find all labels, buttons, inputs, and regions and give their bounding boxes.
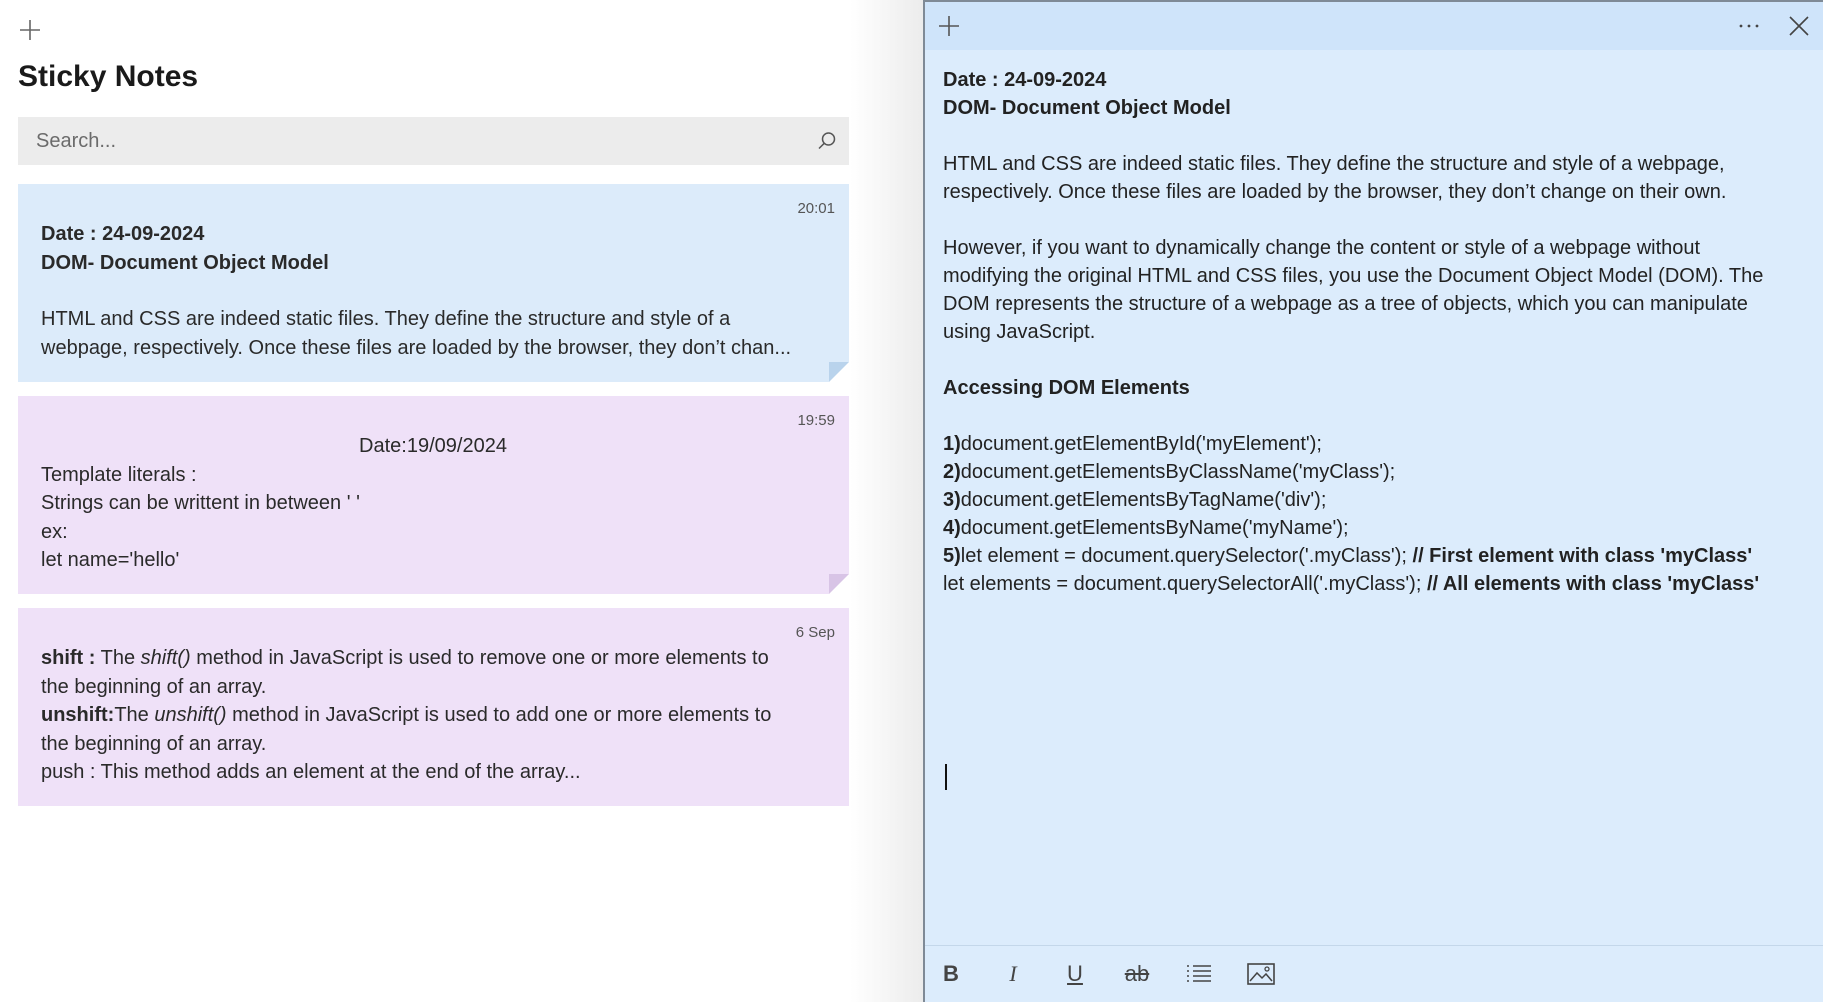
editor-list-line: 5)let element = document.querySelector('… [943,545,1753,567]
note-line: webpage, respectively. Once these files … [41,336,792,359]
note-preview: Date : 24-09-2024 DOM- Document Object M… [41,220,825,362]
note-line: push : This method adds an element at th… [41,761,581,783]
note-line: Strings can be writtent in between ' ' [41,492,360,514]
editor-line: DOM represents the structure of a webpag… [943,293,1748,315]
more-icon [1739,24,1759,28]
note-line: the beginning of an array. [41,675,267,698]
close-icon [1789,16,1809,36]
note-card[interactable]: 20:01 Date : 24-09-2024 DOM- Document Ob… [18,184,849,382]
bullet-list-icon [1187,965,1211,982]
strikethrough-button[interactable]: ab [1119,958,1155,990]
plus-icon [20,20,40,40]
editor-list-line: 3)document.getElementsByTagName('div'); [943,489,1327,511]
note-line: shift : The shift() method in JavaScript… [41,647,769,669]
note-line: Template literals : [41,463,197,486]
editor-line: modifying the original HTML and CSS file… [943,265,1764,287]
note-line: let name='hello' [41,549,180,571]
search-box [18,117,849,165]
editor-line: respectively. Once these files are loade… [943,181,1727,203]
note-timestamp: 20:01 [797,200,835,217]
close-button[interactable] [1783,10,1815,42]
editor-line: However, if you want to dynamically chan… [943,237,1701,259]
note-editor-window: Date : 24-09-2024 DOM- Document Object M… [923,0,1823,1002]
new-note-button[interactable] [14,14,46,46]
add-image-button[interactable] [1243,958,1279,990]
text-cursor [945,764,947,790]
notes-list-pane: Sticky Notes 20:01 Date : 24-09-2024 DOM… [0,0,880,1002]
editor-titlebar[interactable] [925,2,1823,50]
editor-list-line: let elements = document.querySelectorAll… [943,573,1760,595]
editor-list-line: 1)document.getElementById('myElement'); [943,433,1322,455]
app-title: Sticky Notes [18,60,199,93]
search-input[interactable] [18,117,798,165]
note-timestamp: 19:59 [797,412,835,429]
editor-list-line: 2)document.getElementsByClassName('myCla… [943,461,1396,483]
note-line: the beginning of an array. [41,732,267,755]
more-options-button[interactable] [1733,10,1765,42]
note-card[interactable]: 19:59 Date:19/09/2024 Template literals … [18,396,849,594]
note-timestamp: 6 Sep [795,624,835,641]
editor-line: using JavaScript. [943,321,1096,343]
editor-list-line: 4)document.getElementsByName('myName'); [943,517,1349,539]
note-line: DOM- Document Object Model [41,251,329,274]
editor-line: Date : 24-09-2024 [943,69,1107,91]
underline-button[interactable]: U [1057,958,1093,990]
bold-button[interactable]: B [933,958,969,990]
note-text-area[interactable]: Date : 24-09-2024 DOM- Document Object M… [943,66,1809,598]
window-shadow [850,0,924,1002]
editor-section-heading: Accessing DOM Elements [943,377,1190,399]
note-line: HTML and CSS are indeed static files. Th… [41,308,731,330]
italic-button[interactable]: I [995,958,1031,990]
search-icon [818,132,836,150]
search-button[interactable] [815,129,839,153]
formatting-toolbar: B I U ab [925,945,1823,1002]
plus-icon [939,16,959,36]
image-icon [1247,963,1275,985]
note-line: Date:19/09/2024 [359,435,507,457]
bullet-list-button[interactable] [1181,958,1217,990]
note-line: unshift:The unshift() method in JavaScri… [41,704,772,726]
page-fold [829,574,849,594]
note-line: ex: [41,520,68,543]
editor-line: DOM- Document Object Model [943,97,1231,119]
editor-new-note-button[interactable] [933,10,965,42]
note-card[interactable]: 6 Sep shift : The shift() method in Java… [18,608,849,806]
note-line: Date : 24-09-2024 [41,223,205,245]
editor-line: HTML and CSS are indeed static files. Th… [943,153,1725,175]
page-fold [829,362,849,382]
note-preview: Date:19/09/2024 Template literals : Stri… [41,432,825,575]
note-preview: shift : The shift() method in JavaScript… [41,644,825,787]
